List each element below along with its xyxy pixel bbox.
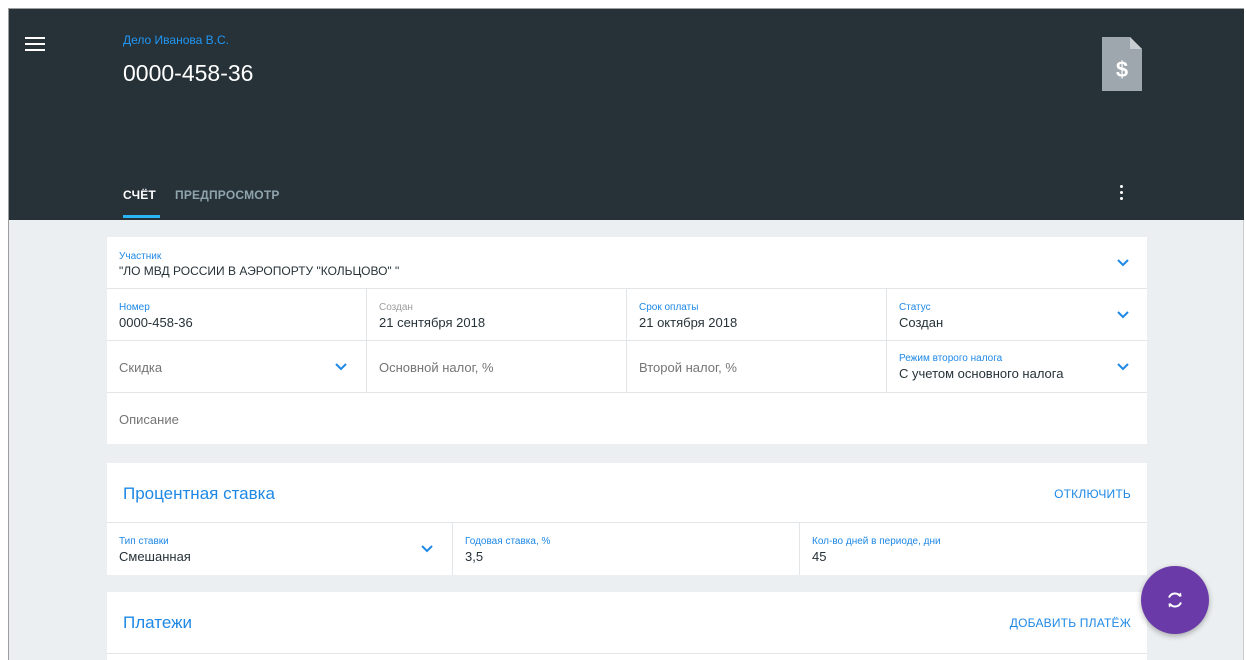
main-tax-placeholder: Основной налог, % xyxy=(379,360,494,375)
invoice-details-card: Участник "ЛО МВД РОССИИ В АЭРОПОРТУ "КОЛ… xyxy=(107,237,1147,444)
more-vertical-icon[interactable] xyxy=(1116,185,1126,205)
interest-rate-card: Процентная ставка ОТКЛЮЧИТЬ Тип ставки С… xyxy=(107,463,1147,575)
due-date-label: Срок оплаты xyxy=(639,302,699,313)
description-placeholder: Описание xyxy=(119,412,179,427)
interest-rate-fields: Тип ставки Смешанная Годовая ставка, % 3… xyxy=(107,523,1147,575)
created-field: Создан 21 сентября 2018 xyxy=(367,289,627,340)
second-tax-field[interactable]: Второй налог, % xyxy=(627,341,887,392)
participant-field[interactable]: Участник "ЛО МВД РОССИИ В АЭРОПОРТУ "КОЛ… xyxy=(107,237,1147,289)
rate-type-select[interactable]: Тип ставки Смешанная xyxy=(107,523,453,575)
case-label: Дело Иванова В.С. xyxy=(123,33,229,47)
participant-label: Участник xyxy=(119,251,162,262)
status-select[interactable]: Статус Создан xyxy=(887,289,1147,340)
payments-card: Платежи ДОБАВИТЬ ПЛАТЁЖ xyxy=(107,592,1147,660)
second-tax-placeholder: Второй налог, % xyxy=(639,360,737,375)
number-field[interactable]: Номер 0000-458-36 xyxy=(107,289,367,340)
chevron-down-icon[interactable] xyxy=(1117,311,1129,319)
payments-title: Платежи xyxy=(123,613,192,632)
tax-row: Скидка Основной налог, % Второй налог, %… xyxy=(107,341,1147,393)
chevron-down-icon[interactable] xyxy=(421,545,433,553)
invoice-dollar-icon: $ xyxy=(1102,37,1142,91)
disable-interest-button[interactable]: ОТКЛЮЧИТЬ xyxy=(1054,487,1131,501)
rate-type-label: Тип ставки xyxy=(119,536,169,547)
svg-text:$: $ xyxy=(1116,57,1128,82)
status-label: Статус xyxy=(899,302,931,313)
status-value: Создан xyxy=(899,315,944,330)
second-tax-mode-value: С учетом основного налога xyxy=(899,366,1064,381)
second-tax-mode-select[interactable]: Режим второго налога С учетом основного … xyxy=(887,341,1147,392)
number-value: 0000-458-36 xyxy=(119,315,193,330)
due-date-value: 21 октября 2018 xyxy=(639,315,738,330)
add-payment-button[interactable]: ДОБАВИТЬ ПЛАТЁЖ xyxy=(1010,616,1131,630)
app-header: Дело Иванова В.С. 0000-458-36 $ СЧЁТ ПРЕ… xyxy=(9,9,1244,220)
interest-rate-header: Процентная ставка ОТКЛЮЧИТЬ xyxy=(107,463,1147,523)
main-tax-field[interactable]: Основной налог, % xyxy=(367,341,627,392)
second-tax-mode-label: Режим второго налога xyxy=(899,353,1003,364)
annual-rate-label: Годовая ставка, % xyxy=(465,536,551,547)
invoice-meta-row: Номер 0000-458-36 Создан 21 сентября 201… xyxy=(107,289,1147,341)
tab-invoice[interactable]: СЧЁТ xyxy=(123,188,156,202)
discount-select[interactable]: Скидка xyxy=(107,341,367,392)
annual-rate-value: 3,5 xyxy=(465,549,484,564)
app-frame: Дело Иванова В.С. 0000-458-36 $ СЧЁТ ПРЕ… xyxy=(8,8,1244,660)
description-field[interactable]: Описание xyxy=(107,393,1147,444)
days-in-period-value: 45 xyxy=(812,549,827,564)
discount-placeholder: Скидка xyxy=(119,360,163,375)
created-label: Создан xyxy=(379,302,413,313)
chevron-down-icon[interactable] xyxy=(1117,259,1129,267)
due-date-field[interactable]: Срок оплаты 21 октября 2018 xyxy=(627,289,887,340)
days-in-period-field[interactable]: Кол-во дней в периоде, дни 45 xyxy=(800,523,1147,575)
sync-icon xyxy=(1168,592,1182,608)
annual-rate-field[interactable]: Годовая ставка, % 3,5 xyxy=(453,523,800,575)
payments-header: Платежи ДОБАВИТЬ ПЛАТЁЖ xyxy=(107,592,1147,654)
sync-button[interactable] xyxy=(1141,566,1209,634)
rate-type-value: Смешанная xyxy=(119,549,191,564)
hamburger-menu-icon[interactable] xyxy=(25,37,45,53)
created-value: 21 сентября 2018 xyxy=(379,315,486,330)
chevron-down-icon[interactable] xyxy=(335,363,347,371)
interest-rate-title: Процентная ставка xyxy=(123,484,275,503)
chevron-down-icon[interactable] xyxy=(1117,363,1129,371)
page-title: 0000-458-36 xyxy=(123,60,254,86)
number-label: Номер xyxy=(119,302,150,313)
participant-value: "ЛО МВД РОССИИ В АЭРОПОРТУ "КОЛЬЦОВО" " xyxy=(119,264,400,278)
days-in-period-label: Кол-во дней в периоде, дни xyxy=(812,536,941,547)
scrollbar[interactable] xyxy=(1243,220,1244,660)
active-tab-indicator xyxy=(123,215,160,218)
tab-preview[interactable]: ПРЕДПРОСМОТР xyxy=(175,188,280,202)
